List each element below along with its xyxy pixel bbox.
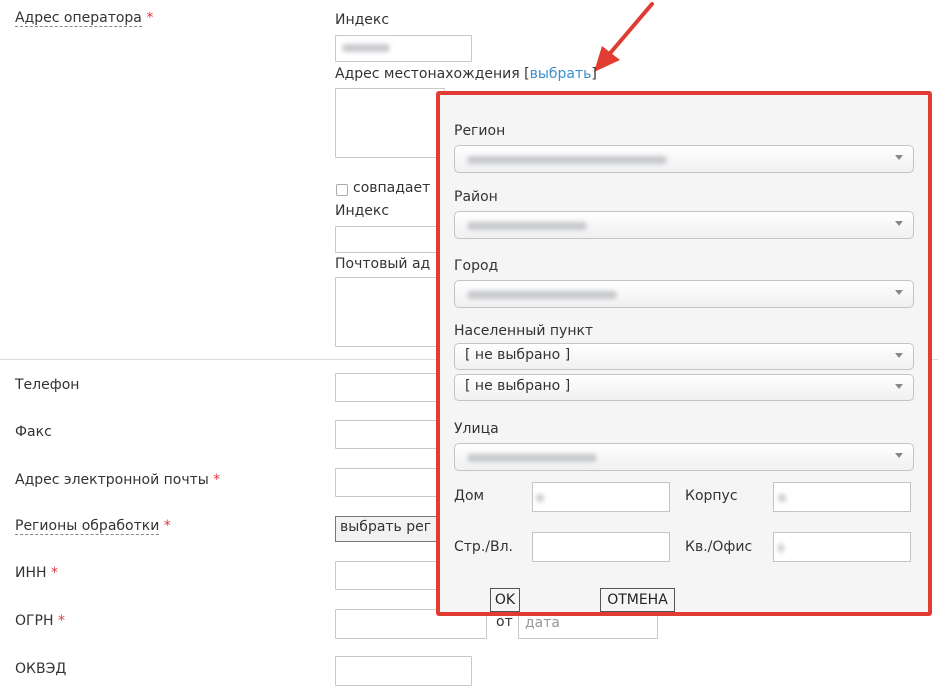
house-label: Дом <box>454 488 485 504</box>
ogrn-label: ОГРН * <box>15 613 65 629</box>
blurred-value <box>342 44 390 52</box>
blurred-value <box>467 156 667 164</box>
settlement-sub-value: [ не выбрано ] <box>465 378 571 394</box>
email-label: Адрес электронной почты * <box>15 472 220 488</box>
index2-label: Индекс <box>335 203 390 219</box>
cancel-button[interactable]: ОТМЕНА <box>600 588 675 612</box>
postal-address-textarea[interactable] <box>335 277 445 347</box>
structure-label: Стр./Вл. <box>454 539 513 555</box>
same-address-label: совпадает <box>353 180 431 196</box>
same-address-checkbox[interactable] <box>336 184 348 196</box>
blurred-value <box>467 222 587 230</box>
location-address-suffix: ] <box>591 66 597 82</box>
chevron-down-icon <box>895 353 903 358</box>
ogrn-label-text: ОГРН <box>15 613 54 629</box>
operator-address-label: Адрес оператора * <box>15 10 154 27</box>
street-select[interactable] <box>454 443 914 471</box>
ogrn-date-from-label: от <box>496 614 513 630</box>
select-address-link[interactable]: выбрать <box>530 66 592 82</box>
email-label-text: Адрес электронной почты <box>15 472 209 488</box>
okved-input[interactable] <box>335 656 472 686</box>
inn-label: ИНН * <box>15 565 58 581</box>
phone-label: Телефон <box>15 377 80 393</box>
ok-button[interactable]: OK <box>490 588 520 612</box>
index-label: Индекс <box>335 12 390 28</box>
inn-input[interactable] <box>335 561 445 590</box>
regions-label: Регионы обработки * <box>15 518 171 535</box>
location-address-text: Адрес местонахождения [ <box>335 66 530 82</box>
phone-input[interactable] <box>335 373 445 402</box>
postal-index-input[interactable] <box>335 226 445 253</box>
postal-address-label: Почтовый ад <box>335 256 431 272</box>
blurred-value <box>467 454 597 462</box>
okved-label: ОКВЭД <box>15 661 67 677</box>
required-mark: * <box>163 518 171 534</box>
region-select[interactable] <box>454 145 914 173</box>
street-label: Улица <box>454 421 499 437</box>
location-address-textarea[interactable] <box>335 88 445 158</box>
district-select[interactable] <box>454 211 914 239</box>
select-regions-button[interactable]: выбрать рег <box>335 516 445 542</box>
email-input[interactable] <box>335 468 445 497</box>
building-input[interactable] <box>773 482 911 512</box>
building-label: Корпус <box>685 488 738 504</box>
house-input[interactable] <box>532 482 670 512</box>
blurred-value <box>536 494 544 502</box>
fax-label: Факс <box>15 424 52 440</box>
settlement-label: Населенный пункт <box>454 323 594 339</box>
district-label: Район <box>454 189 498 205</box>
address-select-dialog: Регион Район Город Населенный пункт [ не… <box>436 91 932 616</box>
operator-address-text: Адрес оператора <box>15 10 142 27</box>
fax-input[interactable] <box>335 420 445 449</box>
settlement-value: [ не выбрано ] <box>465 347 571 363</box>
blurred-value <box>778 544 784 552</box>
region-label: Регион <box>454 123 506 139</box>
structure-input[interactable] <box>532 532 670 562</box>
office-input[interactable] <box>773 532 911 562</box>
regions-label-text: Регионы обработки <box>15 518 160 535</box>
required-mark: * <box>57 613 65 629</box>
settlement-sub-select[interactable]: [ не выбрано ] <box>454 374 914 401</box>
chevron-down-icon <box>895 155 903 160</box>
office-label: Кв./Офис <box>685 539 753 555</box>
chevron-down-icon <box>895 290 903 295</box>
required-mark: * <box>213 472 221 488</box>
city-label: Город <box>454 258 499 274</box>
index-input[interactable] <box>335 35 472 62</box>
chevron-down-icon <box>895 453 903 458</box>
blurred-value <box>467 291 617 299</box>
inn-label-text: ИНН <box>15 565 47 581</box>
blurred-value <box>778 494 786 502</box>
settlement-select[interactable]: [ не выбрано ] <box>454 343 914 370</box>
chevron-down-icon <box>895 221 903 226</box>
required-mark: * <box>50 565 58 581</box>
chevron-down-icon <box>895 384 903 389</box>
city-select[interactable] <box>454 280 914 308</box>
location-address-label: Адрес местонахождения [выбрать] <box>335 66 597 82</box>
required-mark: * <box>146 10 154 26</box>
